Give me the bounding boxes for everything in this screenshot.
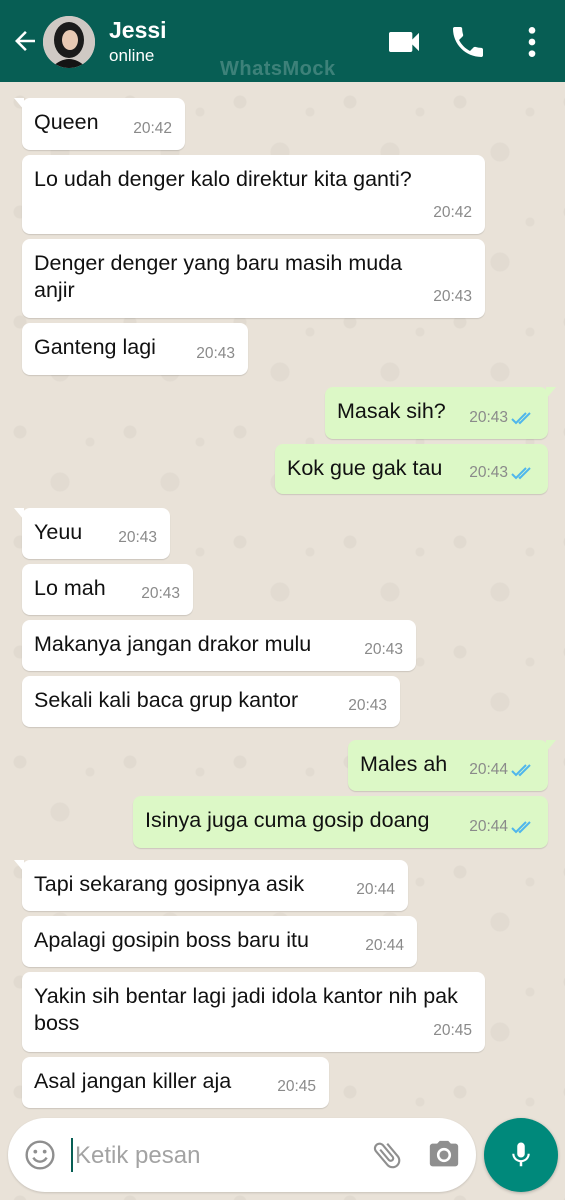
contact-name[interactable]: Jessi	[109, 17, 167, 44]
message-text: Lo udah denger kalo direktur kita ganti?	[34, 167, 412, 191]
message-time: 20:43	[469, 459, 535, 486]
bubble-tail	[546, 387, 556, 399]
message-time: 20:43	[196, 345, 235, 362]
message-time: 20:43	[141, 585, 180, 602]
message-bubble-outgoing[interactable]: Kok gue gak tau 20:43	[275, 444, 548, 494]
chat-header: Jessi online WhatsMock	[0, 0, 565, 82]
message-time: 20:44	[469, 813, 535, 840]
bubble-tail	[14, 508, 24, 520]
message-bubble-incoming[interactable]: Lo mah 20:43	[22, 564, 193, 615]
message-text: Denger denger yang baru masih muda anjir	[34, 251, 403, 302]
message-time: 20:44	[356, 881, 395, 898]
message-text: Asal jangan killer aja	[34, 1069, 232, 1093]
read-receipt-icon	[511, 763, 531, 776]
message-text: Tapi sekarang gosipnya asik	[34, 872, 305, 896]
message-text: Queen	[34, 110, 99, 134]
message-time: 20:45	[277, 1078, 316, 1095]
message-time: 20:45	[433, 1022, 472, 1039]
message-text: Lo mah	[34, 576, 106, 600]
message-time: 20:43	[364, 641, 403, 658]
message-list[interactable]: Queen 20:42 Lo udah denger kalo direktur…	[0, 82, 565, 1112]
video-call-icon[interactable]	[384, 22, 424, 62]
text-cursor	[71, 1138, 73, 1172]
bubble-tail	[14, 860, 24, 872]
message-time: 20:44	[469, 756, 535, 783]
message-text: Yeuu	[34, 520, 83, 544]
mic-button[interactable]	[484, 1118, 558, 1192]
contact-avatar[interactable]	[43, 16, 95, 68]
message-text: Apalagi gosipin boss baru itu	[34, 928, 309, 952]
message-bubble-incoming[interactable]: Tapi sekarang gosipnya asik 20:44	[14, 860, 408, 911]
message-bubble-incoming[interactable]: Makanya jangan drakor mulu 20:43	[22, 620, 416, 671]
message-text: Sekali kali baca grup kantor	[34, 688, 299, 712]
phone-icon[interactable]	[448, 22, 488, 62]
message-bubble-outgoing[interactable]: Males ah 20:44	[348, 740, 556, 791]
message-time: 20:43	[118, 529, 157, 546]
message-text: Makanya jangan drakor mulu	[34, 632, 312, 656]
message-bubble-incoming[interactable]: Sekali kali baca grup kantor 20:43	[22, 676, 400, 727]
message-composer[interactable]: Ketik pesan	[8, 1118, 476, 1192]
app-watermark: WhatsMock	[220, 58, 336, 80]
read-receipt-icon	[511, 411, 531, 424]
message-time: 20:42	[433, 204, 472, 221]
message-bubble-incoming[interactable]: Ganteng lagi 20:43	[22, 323, 248, 375]
message-text: Yakin sih bentar lagi jadi idola kantor …	[34, 984, 458, 1035]
message-text: Ganteng lagi	[34, 335, 156, 359]
message-time: 20:44	[365, 937, 404, 954]
message-text: Males ah	[360, 752, 448, 776]
message-bubble-outgoing[interactable]: Isinya juga cuma gosip doang 20:44	[133, 796, 548, 848]
bubble-tail	[14, 98, 24, 110]
message-bubble-incoming[interactable]: Yeuu 20:43	[14, 508, 170, 559]
camera-icon[interactable]	[426, 1138, 462, 1172]
message-bubble-incoming[interactable]: Denger denger yang baru masih muda anjir…	[22, 239, 485, 318]
message-bubble-incoming[interactable]: Apalagi gosipin boss baru itu 20:44	[22, 916, 417, 967]
bubble-tail	[546, 740, 556, 752]
message-text: Kok gue gak tau	[287, 456, 443, 480]
more-vert-icon[interactable]	[512, 22, 552, 62]
message-time: 20:43	[433, 288, 472, 305]
message-time: 20:42	[133, 120, 172, 137]
message-bubble-outgoing[interactable]: Masak sih? 20:43	[325, 387, 556, 439]
message-text: Masak sih?	[337, 399, 446, 423]
read-receipt-icon	[511, 820, 531, 833]
emoji-icon[interactable]	[24, 1139, 56, 1171]
attach-icon[interactable]	[370, 1138, 404, 1172]
back-arrow-icon[interactable]	[10, 26, 40, 56]
read-receipt-icon	[511, 466, 531, 479]
message-bubble-incoming[interactable]: Yakin sih bentar lagi jadi idola kantor …	[22, 972, 485, 1052]
message-bubble-incoming[interactable]: Asal jangan killer aja 20:45	[22, 1057, 329, 1108]
message-bubble-incoming[interactable]: Lo udah denger kalo direktur kita ganti?…	[22, 155, 485, 234]
message-input[interactable]: Ketik pesan	[75, 1142, 200, 1170]
message-text: Isinya juga cuma gosip doang	[145, 808, 430, 832]
message-time: 20:43	[469, 404, 535, 431]
contact-status: online	[109, 46, 155, 65]
mic-icon	[512, 1142, 530, 1167]
message-time: 20:43	[348, 697, 387, 714]
message-bubble-incoming[interactable]: Queen 20:42	[14, 98, 185, 150]
